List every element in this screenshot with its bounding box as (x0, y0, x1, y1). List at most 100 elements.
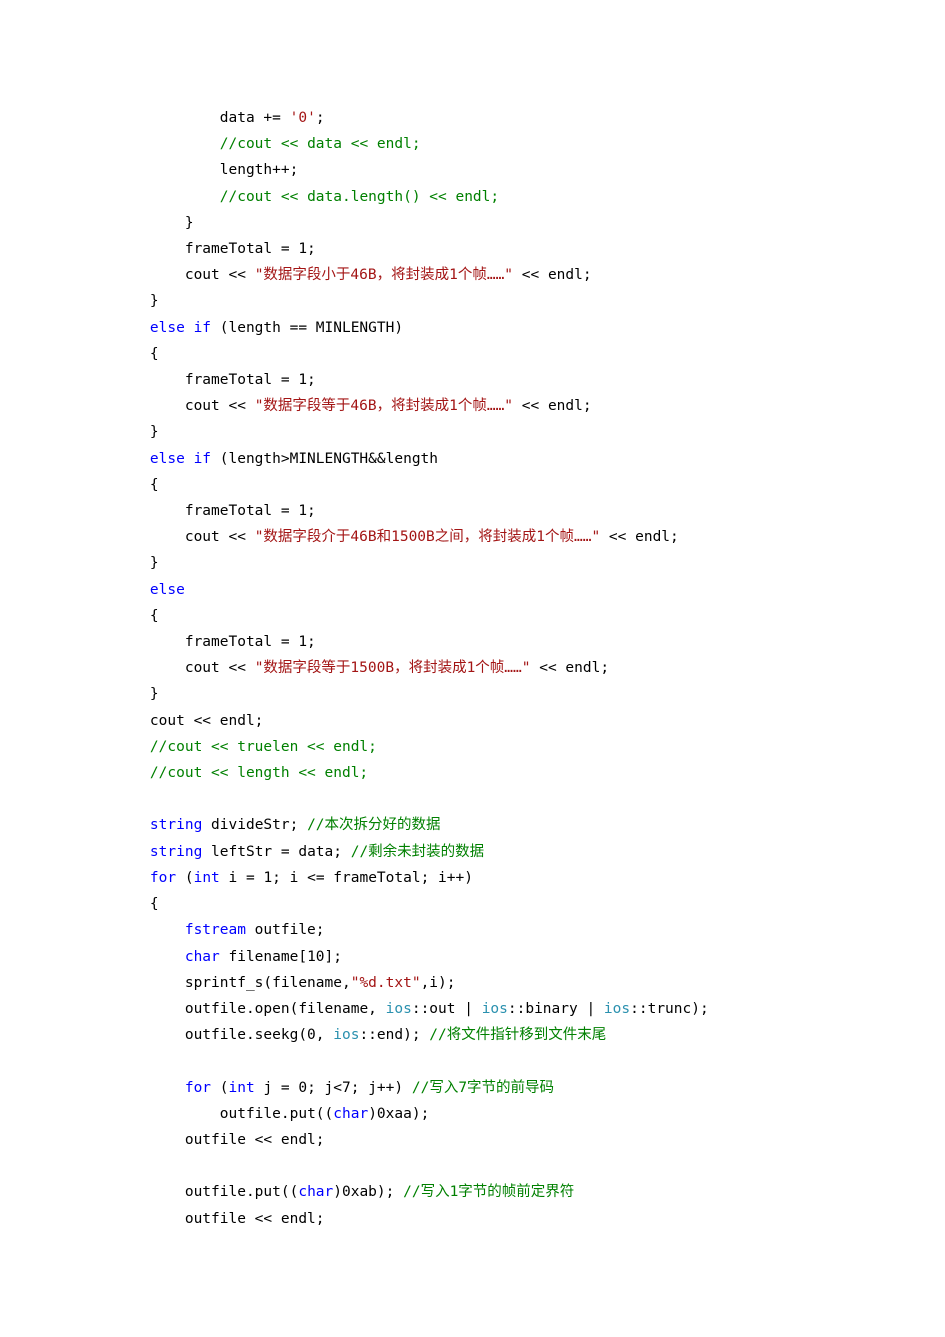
token-op: cout << (185, 398, 255, 414)
code-line: else (115, 577, 830, 603)
code-line: } (115, 210, 830, 236)
token-op: data += (220, 110, 290, 126)
code-line: sprintf_s(filename,"%d.txt",i); (115, 970, 830, 996)
indent (115, 975, 185, 991)
indent (115, 477, 150, 493)
token-op: ( (176, 870, 193, 886)
token-op: } (150, 686, 159, 702)
token-str: "数据字段介于46B和1500B之间，将封装成1个帧……" (255, 529, 601, 545)
code-line: for (int j = 0; j<7; j++) //写入7字节的前导码 (115, 1075, 830, 1101)
code-line: outfile.seekg(0, ios::end); //将文件指针移到文件末… (115, 1022, 830, 1048)
token-kw: string (150, 817, 202, 833)
token-str: "数据字段等于46B，将封装成1个帧……" (255, 398, 513, 414)
token-op: ::out | (412, 1001, 482, 1017)
token-op: (length>MINLENGTH&&length (211, 451, 438, 467)
token-cm: //cout << truelen << endl; (150, 739, 377, 755)
token-op: } (185, 215, 194, 231)
code-line: frameTotal = 1; (115, 236, 830, 262)
token-str: "%d.txt" (351, 975, 421, 991)
code-line: frameTotal = 1; (115, 629, 830, 655)
token-op: j = 0; j<7; j++) (255, 1080, 412, 1096)
code-line: data += '0'; (115, 105, 830, 131)
indent (115, 555, 150, 571)
code-line: char filename[10]; (115, 944, 830, 970)
token-op: ,i); (421, 975, 456, 991)
indent (115, 1106, 220, 1122)
token-op: frameTotal = 1; (185, 503, 316, 519)
code-line: outfile << endl; (115, 1206, 830, 1232)
token-op: outfile.put(( (185, 1184, 299, 1200)
code-line: } (115, 681, 830, 707)
indent (115, 529, 185, 545)
indent (115, 1027, 185, 1043)
token-cm: //cout << data.length() << endl; (220, 189, 499, 205)
token-op: << endl; (513, 398, 592, 414)
token-op: outfile.open(filename, (185, 1001, 386, 1017)
token-op: )0xab); (333, 1184, 403, 1200)
indent (115, 215, 185, 231)
indent (115, 1132, 185, 1148)
token-op: filename[10]; (220, 949, 342, 965)
code-line: frameTotal = 1; (115, 498, 830, 524)
token-kw: int (229, 1080, 255, 1096)
indent (115, 870, 150, 886)
token-kw: char (185, 949, 220, 965)
token-op: ::binary | (508, 1001, 604, 1017)
token-kw: for (185, 1080, 211, 1096)
token-op: { (150, 477, 159, 493)
code-line: } (115, 288, 830, 314)
indent (115, 346, 150, 362)
token-op: i = 1; i <= frameTotal; i++) (220, 870, 473, 886)
token-str: "数据字段等于1500B，将封装成1个帧……" (255, 660, 531, 676)
token-op: ; (316, 110, 325, 126)
token-cm: //写入1字节的帧前定界符 (403, 1184, 574, 1200)
token-cm: //cout << length << endl; (150, 765, 368, 781)
token-op: << endl; (600, 529, 679, 545)
code-line (115, 1048, 830, 1074)
code-line: frameTotal = 1; (115, 367, 830, 393)
indent (115, 1080, 185, 1096)
token-kw: string (150, 844, 202, 860)
token-op: outfile.seekg(0, (185, 1027, 333, 1043)
token-op: } (150, 424, 159, 440)
code-line: cout << "数据字段等于46B，将封装成1个帧……" << endl; (115, 393, 830, 419)
code-line: else if (length == MINLENGTH) (115, 315, 830, 341)
token-op: sprintf_s(filename, (185, 975, 351, 991)
code-line: outfile << endl; (115, 1127, 830, 1153)
code-line: { (115, 341, 830, 367)
token-op: outfile; (246, 922, 325, 938)
token-ns: ios (604, 1001, 630, 1017)
indent (115, 608, 150, 624)
code-line: } (115, 550, 830, 576)
indent (115, 1184, 185, 1200)
indent (115, 320, 150, 336)
token-op: cout << endl; (150, 713, 264, 729)
token-op: (length == MINLENGTH) (211, 320, 403, 336)
indent (115, 844, 150, 860)
indent (115, 267, 185, 283)
token-kw: else if (150, 451, 211, 467)
code-line: //cout << length << endl; (115, 760, 830, 786)
indent (115, 162, 220, 178)
code-line: { (115, 472, 830, 498)
indent (115, 110, 220, 126)
token-kw: char (298, 1184, 333, 1200)
indent (115, 372, 185, 388)
token-op: { (150, 346, 159, 362)
code-line: else if (length>MINLENGTH&&length (115, 446, 830, 472)
token-kw: else if (150, 320, 211, 336)
indent (115, 582, 150, 598)
code-line: string leftStr = data; //剩余未封装的数据 (115, 839, 830, 865)
code-line: } (115, 419, 830, 445)
indent (115, 503, 185, 519)
token-kw: int (194, 870, 220, 886)
code-line: for (int i = 1; i <= frameTotal; i++) (115, 865, 830, 891)
code-line (115, 1153, 830, 1179)
token-op: outfile << endl; (185, 1132, 325, 1148)
indent (115, 189, 220, 205)
token-op: << endl; (530, 660, 609, 676)
token-kw: fstream (185, 922, 246, 938)
indent (115, 765, 150, 781)
indent (115, 398, 185, 414)
token-kw: char (333, 1106, 368, 1122)
